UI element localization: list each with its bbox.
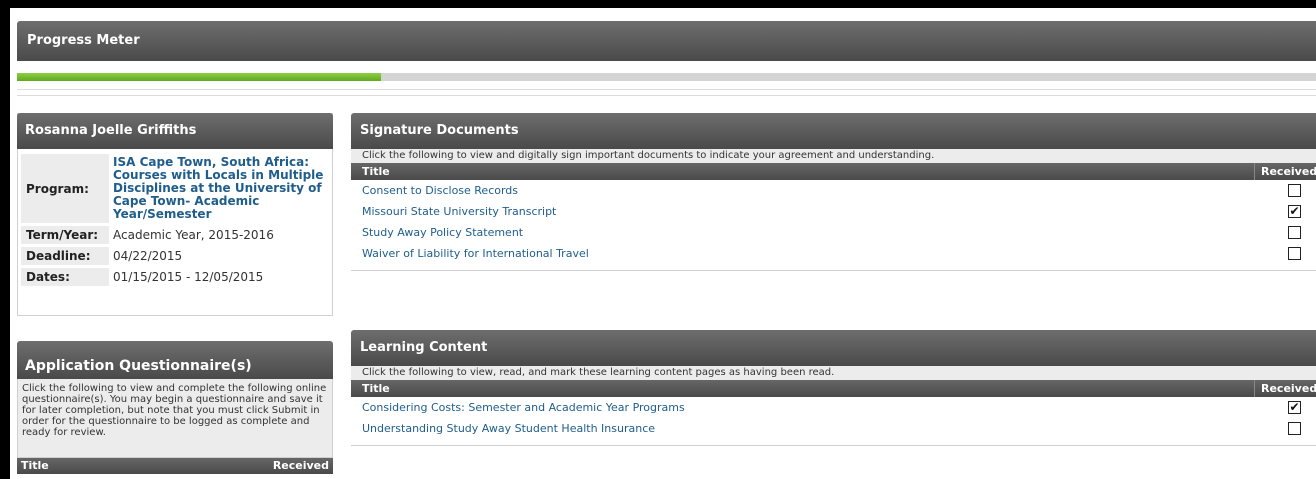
- col-received: Received: [272, 459, 329, 472]
- questionnaire-panel: Application Questionnaire(s) Click the f…: [17, 341, 333, 479]
- panel-bottom: [351, 439, 1316, 446]
- col-received: Received: [1254, 380, 1316, 397]
- divider: [17, 95, 1316, 96]
- progress-meter-title: Progress Meter: [27, 33, 140, 48]
- questionnaire-header: Application Questionnaire(s): [17, 341, 333, 379]
- learning-content-panel: Learning Content Click the following to …: [351, 330, 1316, 446]
- dates-value: 01/15/2015 - 12/05/2015: [113, 270, 264, 284]
- learning-description: Click the following to view, read, and m…: [351, 366, 1316, 380]
- student-info-table: Program: ISA Cape Town, South Africa: Co…: [21, 151, 331, 289]
- signature-description: Click the following to view and digitall…: [351, 149, 1316, 163]
- progress-bar: [17, 73, 1316, 81]
- dates-label: Dates:: [21, 268, 109, 286]
- document-link-consent[interactable]: Consent to Disclose Records: [362, 184, 518, 197]
- divider: [17, 89, 1316, 90]
- student-panel: Rosanna Joelle Griffiths Program: ISA Ca…: [17, 113, 333, 316]
- deadline-row: Deadline: 04/22/2015: [21, 247, 331, 265]
- received-checkbox: [1288, 226, 1301, 239]
- signature-documents-panel: Signature Documents Click the following …: [351, 113, 1316, 271]
- term-row: Term/Year: Academic Year, 2015-2016: [21, 226, 331, 244]
- term-label: Term/Year:: [21, 226, 109, 244]
- received-checkbox: [1288, 422, 1301, 435]
- deadline-label: Deadline:: [21, 247, 109, 265]
- table-row: Understanding Study Away Student Health …: [351, 418, 1316, 439]
- questionnaire-description: Click the following to view and complete…: [17, 379, 333, 458]
- received-checkbox: ✔: [1288, 401, 1301, 414]
- col-received: Received: [1254, 163, 1316, 180]
- learning-table-header: Title Received: [351, 380, 1316, 397]
- panel-bottom: [351, 264, 1316, 271]
- checkmark-icon: ✔: [1289, 400, 1300, 414]
- checkmark-icon: ✔: [1289, 204, 1300, 218]
- col-title: Title: [21, 459, 49, 472]
- progress-meter-header: Progress Meter: [17, 21, 1316, 61]
- document-link-transcript[interactable]: Missouri State University Transcript: [362, 205, 556, 218]
- dates-row: Dates: 01/15/2015 - 12/05/2015: [21, 268, 331, 286]
- learning-content-header: Learning Content: [351, 330, 1316, 366]
- table-row: Considering Costs: Semester and Academic…: [351, 397, 1316, 418]
- program-row: Program: ISA Cape Town, South Africa: Co…: [21, 154, 331, 223]
- student-name: Rosanna Joelle Griffiths: [17, 113, 333, 149]
- term-value: Academic Year, 2015-2016: [113, 228, 274, 242]
- table-row: Missouri State University Transcript ✔: [351, 201, 1316, 222]
- page: Progress Meter Rosanna Joelle Griffiths …: [10, 8, 1316, 479]
- received-checkbox: [1288, 184, 1301, 197]
- signature-table-header: Title Received: [351, 163, 1316, 180]
- learning-link-insurance[interactable]: Understanding Study Away Student Health …: [362, 422, 655, 435]
- progress-bar-fill: [17, 73, 381, 81]
- document-link-waiver[interactable]: Waiver of Liability for International Tr…: [362, 247, 589, 260]
- document-link-policy[interactable]: Study Away Policy Statement: [362, 226, 523, 239]
- col-title: Title: [362, 165, 390, 178]
- learning-link-costs[interactable]: Considering Costs: Semester and Academic…: [362, 401, 685, 414]
- deadline-value: 04/22/2015: [113, 249, 183, 263]
- program-label: Program:: [21, 154, 109, 223]
- received-checkbox: ✔: [1288, 205, 1301, 218]
- program-value[interactable]: ISA Cape Town, South Africa: Courses wit…: [109, 154, 331, 223]
- table-row: Waiver of Liability for International Tr…: [351, 243, 1316, 264]
- received-checkbox: [1288, 247, 1301, 260]
- col-title: Title: [362, 382, 390, 395]
- questionnaire-table-header: Title Received: [17, 458, 333, 474]
- signature-documents-header: Signature Documents: [351, 113, 1316, 149]
- table-row: Study Away Policy Statement: [351, 222, 1316, 243]
- table-row: Consent to Disclose Records: [351, 180, 1316, 201]
